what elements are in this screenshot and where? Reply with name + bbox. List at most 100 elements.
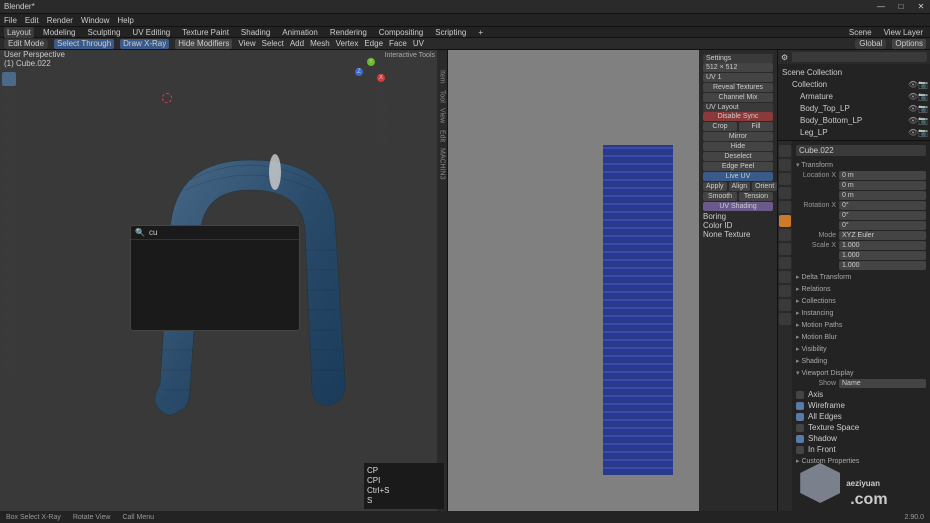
orient-button[interactable]: Orient — [752, 182, 777, 191]
npanel-tab-item[interactable]: Item — [439, 70, 446, 84]
delta-transform-section[interactable]: Delta Transform — [796, 271, 926, 283]
prop-tab-modifier[interactable] — [779, 229, 791, 241]
pan-button[interactable] — [375, 104, 387, 116]
tool-shrink[interactable] — [2, 344, 16, 358]
tab-compositing[interactable]: Compositing — [376, 27, 426, 38]
colorid-check[interactable]: Color ID — [703, 221, 732, 230]
eye-icon[interactable]: 👁 — [908, 80, 916, 88]
uvshading-button[interactable]: UV Shading — [703, 202, 773, 211]
disable-sync-button[interactable]: Disable Sync — [703, 112, 773, 121]
alledges-checkbox[interactable] — [796, 413, 804, 421]
edge-peel-button[interactable]: Edge Peel — [703, 162, 773, 171]
prop-tab-viewlayer[interactable] — [779, 173, 791, 185]
uv-layout-header[interactable]: UV Layout — [703, 103, 773, 112]
boring-check[interactable]: Boring — [703, 212, 726, 221]
npanel-tab-tool[interactable]: Tool — [439, 90, 446, 103]
tool-smooth[interactable] — [2, 312, 16, 326]
live-uv-button[interactable]: Live UV — [703, 172, 773, 181]
window-close[interactable]: ✕ — [916, 2, 926, 11]
shading-section[interactable]: Shading — [796, 355, 926, 367]
outliner-item[interactable]: Body_Top_LP👁📷 — [780, 102, 928, 114]
tool-select[interactable] — [2, 72, 16, 86]
relations-section[interactable]: Relations — [796, 283, 926, 295]
render-icon[interactable]: 📷 — [918, 128, 926, 136]
options-button[interactable]: Options — [892, 39, 926, 49]
tool-knife[interactable] — [2, 264, 16, 278]
smooth-button[interactable]: Smooth — [703, 192, 737, 201]
rotation-x[interactable]: 0° — [839, 201, 926, 210]
motion-paths-section[interactable]: Motion Paths — [796, 319, 926, 331]
render-icon[interactable]: 📷 — [918, 116, 926, 124]
outliner-filter-icon[interactable]: ⚙ — [781, 53, 788, 62]
infront-checkbox[interactable] — [796, 446, 804, 454]
vp-menu-mesh[interactable]: Mesh — [310, 39, 330, 48]
axis-z[interactable]: Z — [355, 68, 363, 76]
uv-island[interactable] — [603, 145, 673, 475]
wireframe-checkbox[interactable] — [796, 402, 804, 410]
window-maximize[interactable]: □ — [896, 2, 906, 11]
hide-button[interactable]: Hide — [703, 142, 773, 151]
vp-menu-view[interactable]: View — [238, 39, 255, 48]
eye-icon[interactable]: 👁 — [908, 104, 916, 112]
tab-animation[interactable]: Animation — [279, 27, 321, 38]
menu-edit[interactable]: Edit — [25, 16, 39, 25]
shadow-checkbox[interactable] — [796, 435, 804, 443]
outliner-item[interactable]: Body_Bottom_LP👁📷 — [780, 114, 928, 126]
eye-icon[interactable]: 👁 — [908, 116, 916, 124]
collections-section[interactable]: Collections — [796, 295, 926, 307]
prop-tab-scene[interactable] — [779, 187, 791, 199]
3d-viewport[interactable]: User Perspective (1) Cube.022 Interactiv… — [0, 50, 448, 511]
vp-menu-face[interactable]: Face — [389, 39, 407, 48]
reveal-textures-button[interactable]: Reveal Textures — [703, 83, 773, 92]
draw-xray-toggle[interactable]: Draw X-Ray — [120, 39, 169, 49]
rotation-mode[interactable]: XYZ Euler — [839, 231, 926, 240]
search-results[interactable] — [131, 240, 299, 330]
axis-y[interactable]: Y — [367, 58, 375, 66]
location-z[interactable]: 0 m — [839, 191, 926, 200]
uv-map[interactable]: UV 1 — [703, 73, 773, 82]
apply-button[interactable]: Apply — [703, 182, 727, 191]
menu-file[interactable]: File — [4, 16, 17, 25]
render-icon[interactable]: 📷 — [918, 80, 926, 88]
camera-button[interactable] — [375, 118, 387, 130]
rotation-y[interactable]: 0° — [839, 211, 926, 220]
tab-rendering[interactable]: Rendering — [327, 27, 370, 38]
eye-icon[interactable]: 👁 — [908, 128, 916, 136]
tool-move[interactable] — [2, 104, 16, 118]
tab-sculpting[interactable]: Sculpting — [85, 27, 124, 38]
tool-inset[interactable] — [2, 216, 16, 230]
viewport-display-section[interactable]: Viewport Display — [796, 367, 926, 379]
uv-editor[interactable]: Settings 512 × 512 UV 1 Reveal Textures … — [448, 50, 778, 511]
prop-tab-object[interactable] — [779, 215, 791, 227]
outliner-item[interactable]: Armature👁📷 — [780, 90, 928, 102]
tool-edgeslide[interactable] — [2, 328, 16, 342]
vp-menu-edge[interactable]: Edge — [364, 39, 383, 48]
instancing-section[interactable]: Instancing — [796, 307, 926, 319]
axis-x[interactable]: X — [377, 74, 385, 82]
prop-tab-material[interactable] — [779, 299, 791, 311]
texturespace-checkbox[interactable] — [796, 424, 804, 432]
orientation-selector[interactable]: Global — [855, 39, 886, 49]
scene-selector[interactable]: Scene — [846, 27, 875, 38]
scale-x[interactable]: 1.000 — [839, 241, 926, 250]
vp-menu-vertex[interactable]: Vertex — [336, 39, 359, 48]
tab-uvediting[interactable]: UV Editing — [129, 27, 173, 38]
tool-loopcut[interactable] — [2, 248, 16, 262]
uv-dims[interactable]: 512 × 512 — [703, 63, 773, 72]
prop-tab-constraint[interactable] — [779, 271, 791, 283]
breadcrumb[interactable]: Cube.022 — [796, 145, 926, 156]
outliner-search[interactable] — [792, 52, 927, 62]
tool-cursor[interactable] — [2, 88, 16, 102]
hide-modifiers-toggle[interactable]: Hide Modifiers — [175, 39, 232, 49]
axis-checkbox[interactable] — [796, 391, 804, 399]
tool-scale[interactable] — [2, 136, 16, 150]
tab-shading[interactable]: Shading — [238, 27, 273, 38]
location-y[interactable]: 0 m — [839, 181, 926, 190]
fill-button[interactable]: Fill — [739, 122, 773, 131]
menu-render[interactable]: Render — [47, 16, 73, 25]
scale-y[interactable]: 1.000 — [839, 251, 926, 260]
transform-section[interactable]: Transform — [796, 159, 926, 171]
viewlayer-selector[interactable]: View Layer — [881, 27, 926, 38]
rotation-z[interactable]: 0° — [839, 221, 926, 230]
outliner-item[interactable]: Leg_LP👁📷 — [780, 126, 928, 138]
